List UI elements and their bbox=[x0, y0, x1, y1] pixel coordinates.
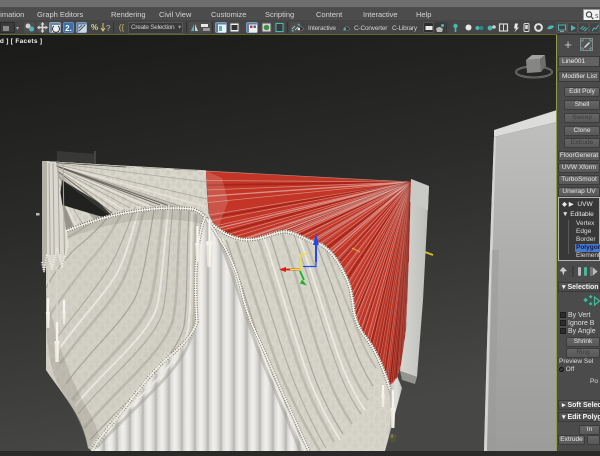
svg-text:?: ? bbox=[106, 24, 111, 33]
svg-text:s: s bbox=[595, 13, 599, 20]
